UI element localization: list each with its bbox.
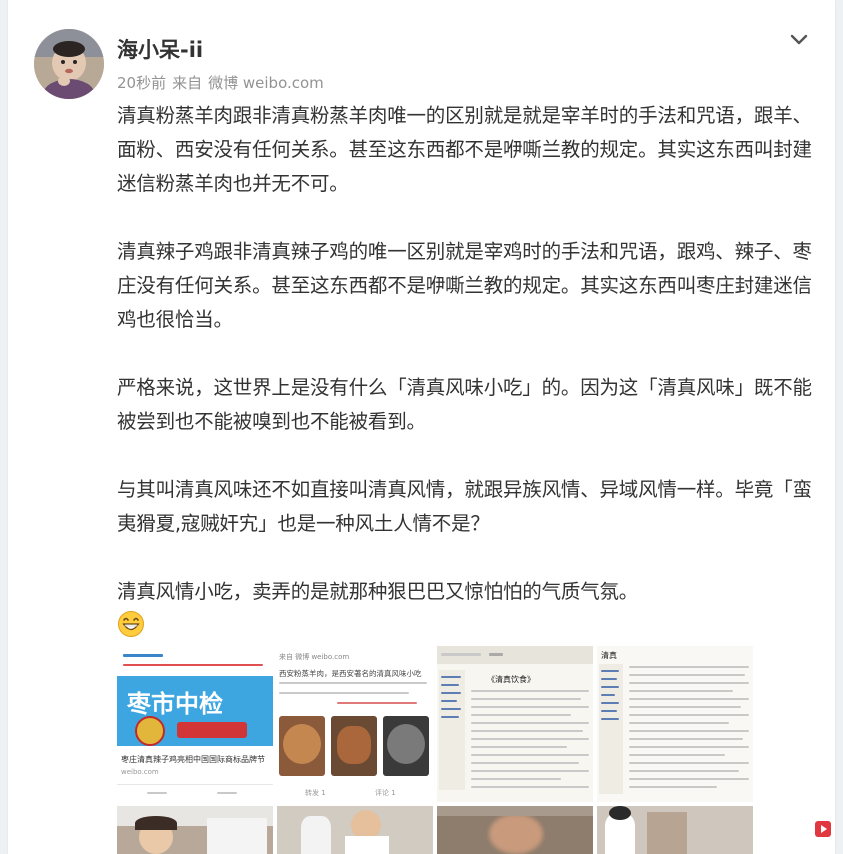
post-paragraph: 清真粉蒸羊肉跟非清真粉蒸羊肉唯一的区别就是就是宰羊时的手法和咒语，跟羊、面粉、西… — [117, 104, 812, 195]
thumbnail-header: 来自 微博 weibo.com — [279, 653, 350, 661]
watermark-label: 秒 — [799, 821, 815, 839]
camera-icon — [778, 819, 798, 839]
thumbnail-repost-count: 转发 1 — [305, 789, 326, 797]
image-thumbnail[interactable] — [437, 806, 593, 854]
thumbnail-title: 《清真饮食》 — [487, 675, 535, 684]
post-source-prefix: 来自 — [172, 74, 203, 92]
play-icon — [815, 821, 831, 837]
post-menu-chevron-icon[interactable] — [787, 27, 811, 51]
image-thumbnail[interactable] — [277, 806, 433, 854]
image-thumbnail[interactable]: 《清真饮食》 — [437, 646, 593, 802]
post-source-name[interactable]: 微博 weibo.com — [208, 74, 324, 92]
grinning-face-emoji-icon — [117, 610, 145, 638]
post-time[interactable]: 20秒前 — [117, 74, 166, 92]
thumbnail-line: 西安粉蒸羊肉，是西安著名的清真风味小吃 — [279, 669, 422, 678]
image-thumbnail[interactable] — [117, 806, 273, 854]
post-paragraph: 清真风情小吃，卖弄的是就那种狠巴巴又惊怕怕的气质气氛。 — [117, 580, 639, 603]
post-username[interactable]: 海小呆-ii — [117, 34, 203, 64]
weibo-post-card: 海小呆-ii 20秒前 来自 微博 weibo.com 清真粉蒸羊肉跟非清真粉蒸羊肉… — [8, 0, 835, 854]
thumbnail-banner: 枣市中检 — [127, 690, 223, 718]
image-thumbnail[interactable]: 来自 微博 weibo.com 西安粉蒸羊肉，是西安著名的清真风味小吃 转发 1… — [277, 646, 433, 802]
thumbnail-caption: 枣庄清真辣子鸡亮相中国国际商标品牌节 — [121, 755, 265, 764]
post-body: 清真粉蒸羊肉跟非清真粉蒸羊肉唯一的区别就是就是宰羊时的手法和咒语，跟羊、面粉、西… — [117, 99, 812, 643]
post-paragraph: 严格来说，这世界上是没有什么「清真风味小吃」的。因为这「清真风味」既不能被尝到也… — [117, 376, 812, 433]
post-paragraph: 与其叫清真风味还不如直接叫清真风情，就跟异族风情、异域风情一样。毕竟「蛮夷猾夏,… — [117, 478, 812, 535]
thumbnail-comment-count: 评论 1 — [375, 789, 396, 797]
image-thumbnail[interactable] — [597, 806, 753, 854]
thumbnail-title: 清真 — [601, 651, 617, 660]
user-avatar[interactable] — [34, 29, 104, 99]
video-watermark: 秒 — [777, 818, 831, 840]
thumbnail-source: weibo.com — [121, 768, 159, 776]
image-thumbnail[interactable]: 枣市中检 枣庄清真辣子鸡亮相中国国际商标品牌节 weibo.com — [117, 646, 273, 802]
post-meta: 20秒前 来自 微博 weibo.com — [117, 72, 330, 93]
post-paragraph: 清真辣子鸡跟非清真辣子鸡的唯一区别就是宰鸡时的手法和咒语，跟鸡、辣子、枣庄没有任… — [117, 240, 812, 331]
image-thumbnail[interactable]: 清真 — [597, 646, 753, 802]
